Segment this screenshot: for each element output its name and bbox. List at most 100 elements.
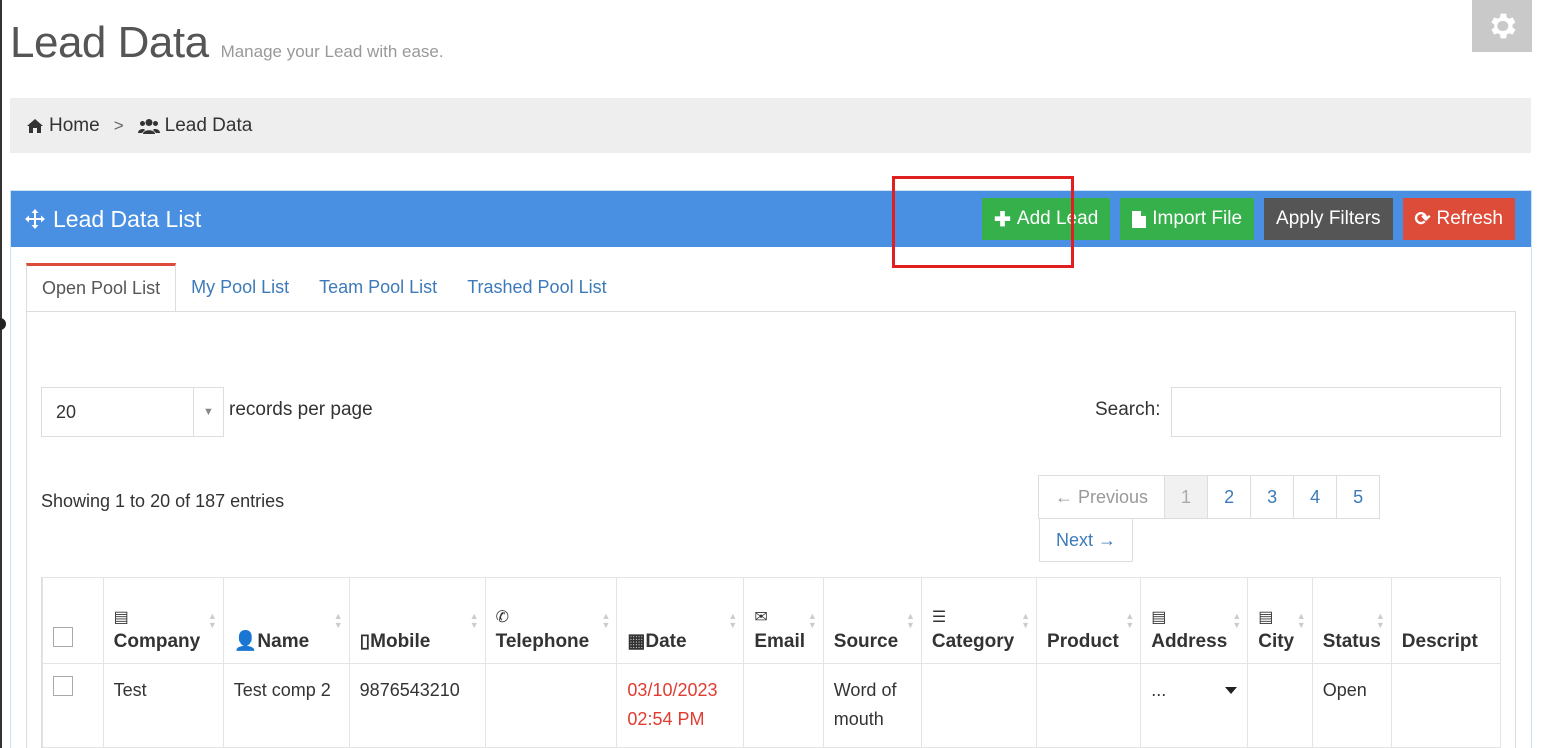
column-address[interactable]: ▤ Address ▲ ▼ [1140, 577, 1249, 664]
column-label: Product [1047, 631, 1119, 652]
column-label: Descript [1401, 631, 1478, 652]
tab-my-pool[interactable]: My Pool List [176, 263, 304, 311]
column-city[interactable]: ▤ City ▲ ▼ [1247, 577, 1313, 664]
records-per-page-label: records per page [229, 399, 373, 420]
sort-icon: ▲ ▼ [1375, 611, 1385, 630]
page-subtitle: Manage your Lead with ease. [220, 42, 444, 61]
column-date[interactable]: ▦Date ▲ ▼ [616, 577, 745, 664]
apply-filters-button[interactable]: Apply Filters [1264, 198, 1393, 240]
breadcrumb-current-label: Lead Data [164, 114, 253, 136]
tab-trashed-pool[interactable]: Trashed Pool List [452, 263, 621, 311]
select-all-header [42, 577, 104, 664]
column-label: Date [645, 631, 687, 652]
column-mobile[interactable]: ▯Mobile ▲ ▼ [348, 577, 486, 664]
column-email[interactable]: ✉ Email ▲ ▼ [743, 577, 824, 664]
cell-email [743, 663, 824, 748]
calendar-icon: ▦ [627, 631, 646, 652]
refresh-label: Refresh [1436, 208, 1503, 229]
sort-icon: ▲ ▼ [905, 611, 915, 630]
column-label: Mobile [370, 631, 431, 652]
table-info: Showing 1 to 20 of 187 entries [41, 491, 285, 511]
column-label: Telephone [495, 631, 590, 652]
breadcrumb: Home > Lead Data [10, 98, 1531, 153]
page-header: Lead Data Manage your Lead with ease. [10, 18, 444, 78]
row-checkbox[interactable] [53, 676, 73, 696]
user-icon: 👤 [233, 631, 258, 652]
sort-icon: ▲ ▼ [728, 611, 738, 630]
pagination-page[interactable]: 4 [1293, 475, 1338, 519]
sort-icon: ▲ ▼ [1232, 611, 1242, 630]
cell-city [1247, 663, 1313, 748]
panel-actions: ✚ Add Lead Import File Apply Filters ⟳ R… [982, 198, 1515, 240]
pool-tabs: Open Pool List My Pool List Team Pool Li… [26, 263, 622, 311]
column-product[interactable]: Product ▲ ▼ [1036, 577, 1142, 664]
column-category[interactable]: ☰ Category ▲ ▼ [920, 577, 1038, 664]
page-title: Lead Data [10, 18, 209, 67]
cell-name: Test comp 2 [222, 663, 350, 748]
add-lead-button[interactable]: ✚ Add Lead [982, 198, 1111, 240]
column-label: Name [257, 631, 310, 652]
leads-table: ▤ Company ▲▼ 👤Name ▲▼ ▯Mobile ▲▼ ✆ Te [42, 577, 1501, 748]
pagination-previous[interactable]: ← Previous [1038, 475, 1166, 519]
cell-source: Word of mouth [822, 663, 922, 748]
records-per-page-value: 20 [56, 401, 77, 422]
sidebar-toggle[interactable] [0, 318, 6, 330]
settings-button[interactable] [1472, 0, 1532, 52]
search-input[interactable] [1171, 387, 1501, 437]
search-label: Search: [1095, 399, 1161, 420]
column-label: Category [931, 631, 1015, 652]
cell-category [920, 663, 1038, 748]
panel-title-text: Lead Data List [53, 205, 202, 232]
users-icon [137, 118, 160, 134]
sort-icon: ▲ ▼ [469, 611, 479, 630]
breadcrumb-home[interactable]: Home [26, 115, 100, 137]
sort-icon: ▲ ▼ [207, 611, 217, 630]
pagination-page[interactable]: 2 [1207, 475, 1252, 519]
records-per-page-select[interactable]: 20 ▼ [41, 387, 224, 437]
column-label: Company [113, 631, 201, 652]
building-icon: ▤ [113, 609, 129, 626]
address-dropdown[interactable]: ... [1151, 676, 1238, 705]
pagination-page[interactable]: 5 [1336, 475, 1381, 519]
column-telephone[interactable]: ✆ Telephone ▲ ▼ [484, 577, 618, 664]
caret-down-icon: ▼ [193, 388, 223, 436]
pagination-page[interactable]: 1 [1164, 475, 1209, 519]
select-all-checkbox[interactable] [53, 627, 73, 647]
cell-status: Open [1311, 663, 1392, 748]
cell-mobile: 9876543210 [348, 663, 486, 748]
table-row[interactable]: Test Test comp 2 9876543210 03/10/2023 0… [42, 663, 1501, 748]
sort-icon: ▲ ▼ [1125, 611, 1135, 630]
sort-icon: ▲ ▼ [601, 611, 611, 630]
cell-date: 03/10/2023 02:54 PM [616, 663, 745, 748]
pagination-page[interactable]: 3 [1250, 475, 1295, 519]
import-file-button[interactable]: Import File [1120, 198, 1255, 240]
sort-icon: ▲ ▼ [807, 611, 817, 630]
breadcrumb-separator: > [113, 115, 124, 135]
tab-open-pool[interactable]: Open Pool List [26, 263, 177, 311]
list-icon: ☰ [931, 609, 947, 626]
cell-telephone [484, 663, 618, 748]
lead-data-panel: Lead Data List ✚ Add Lead Import File Ap… [10, 190, 1532, 748]
column-source[interactable]: Source ▲ ▼ [822, 577, 922, 664]
phone-icon: ✆ [495, 609, 510, 626]
column-description[interactable]: Descript [1390, 577, 1501, 664]
import-file-label: Import File [1152, 208, 1243, 229]
file-icon [1132, 210, 1147, 228]
panel-header: Lead Data List ✚ Add Lead Import File Ap… [11, 191, 1531, 247]
building-icon: ▤ [1151, 609, 1167, 626]
cell-product [1036, 663, 1142, 748]
breadcrumb-home-label: Home [49, 114, 100, 136]
caret-down-icon [1225, 687, 1238, 694]
column-status[interactable]: Status ▲ ▼ [1311, 577, 1392, 664]
refresh-button[interactable]: ⟳ Refresh [1402, 198, 1515, 240]
refresh-icon: ⟳ [1414, 208, 1431, 230]
column-company[interactable]: ▤ Company ▲ ▼ [102, 577, 224, 664]
tab-team-pool[interactable]: Team Pool List [304, 263, 452, 311]
pagination-next[interactable]: Next → [1039, 518, 1134, 562]
column-name[interactable]: 👤Name ▲ ▼ [222, 577, 350, 664]
left-rail [0, 0, 2, 748]
cell-company: Test [102, 663, 224, 748]
sort-icon: ▲ ▼ [333, 611, 343, 630]
column-label: Address [1151, 631, 1228, 652]
add-lead-label: Add Lead [1016, 208, 1099, 229]
